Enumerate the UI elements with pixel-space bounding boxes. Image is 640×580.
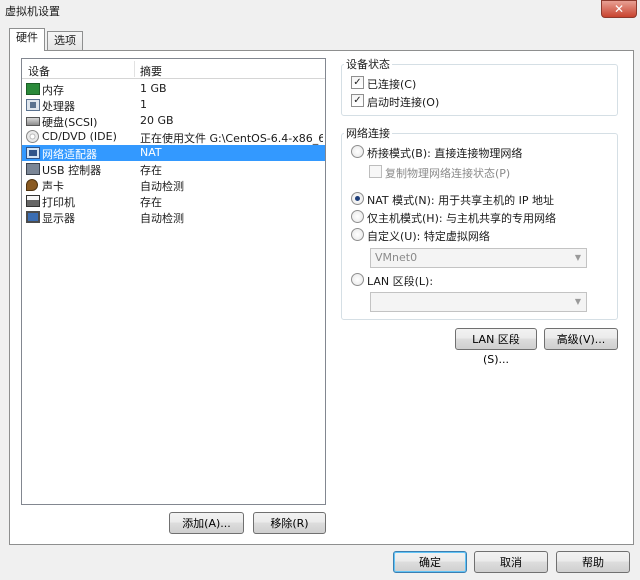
- device-name: 网络适配器: [42, 148, 97, 161]
- device-summary: 存在: [140, 196, 162, 209]
- device-status-title: 设备状态: [344, 56, 392, 72]
- device-list[interactable]: 设备 摘要 内存 1 GB 处理器 1 硬盘(SCSI) 20 GB CD/DV…: [21, 58, 326, 505]
- sound-icon: [26, 179, 38, 191]
- device-summary: 正在使用文件 G:\CentOS-6.4-x86_6...: [140, 132, 323, 145]
- device-name: 打印机: [42, 196, 75, 209]
- host-only-radio[interactable]: [351, 210, 364, 223]
- column-header-device[interactable]: 设备: [28, 63, 50, 79]
- device-summary: 20 GB: [140, 114, 174, 127]
- custom-radio[interactable]: [351, 228, 364, 241]
- custom-network-select[interactable]: VMnet0 ▼: [370, 248, 587, 268]
- connected-label[interactable]: 已连接(C): [367, 76, 416, 92]
- device-name: 硬盘(SCSI): [42, 116, 98, 129]
- bridged-label[interactable]: 桥接模式(B): 直接连接物理网络: [367, 145, 522, 161]
- tab-hardware[interactable]: 硬件: [9, 28, 45, 51]
- usb-icon: [26, 163, 40, 175]
- network-connection-title: 网络连接: [344, 125, 392, 141]
- bridged-radio[interactable]: [351, 145, 364, 158]
- lan-segment-label[interactable]: LAN 区段(L):: [367, 273, 433, 289]
- column-header-summary[interactable]: 摘要: [140, 63, 162, 79]
- chevron-down-icon: ▼: [574, 297, 581, 306]
- device-summary: 1: [140, 98, 147, 111]
- window-title: 虚拟机设置: [5, 5, 60, 18]
- lan-segments-button[interactable]: LAN 区段(S)...: [455, 328, 537, 366]
- list-header: 设备 摘要: [22, 59, 325, 79]
- lan-segment-radio[interactable]: [351, 273, 364, 286]
- device-name: USB 控制器: [42, 164, 102, 177]
- device-name: CD/DVD (IDE): [42, 130, 117, 143]
- connected-checkbox[interactable]: ✓: [351, 76, 364, 89]
- connect-at-power-on-label[interactable]: 启动时连接(O): [367, 94, 439, 110]
- chevron-down-icon: ▼: [574, 253, 581, 262]
- custom-label[interactable]: 自定义(U): 特定虚拟网络: [367, 228, 490, 244]
- nat-label[interactable]: NAT 模式(N): 用于共享主机的 IP 地址: [367, 192, 554, 208]
- host-only-label[interactable]: 仅主机模式(H): 与主机共享的专用网络: [367, 210, 556, 226]
- ok-button[interactable]: 确定: [393, 551, 467, 573]
- remove-button[interactable]: 移除(R): [253, 512, 326, 534]
- help-button[interactable]: 帮助: [556, 551, 630, 573]
- display-icon: [26, 211, 40, 223]
- device-row-network-adapter[interactable]: 网络适配器 NAT: [22, 145, 325, 161]
- lan-segment-select[interactable]: ▼: [370, 292, 587, 312]
- device-row-sound[interactable]: 声卡 自动检测: [22, 177, 325, 193]
- printer-icon: [26, 195, 40, 207]
- check-icon: ✓: [353, 77, 362, 88]
- device-name: 处理器: [42, 100, 75, 113]
- device-summary: 自动检测: [140, 180, 184, 193]
- replicate-state-label[interactable]: 复制物理网络连接状态(P): [385, 165, 510, 181]
- memory-icon: [26, 83, 40, 95]
- device-row-printer[interactable]: 打印机 存在: [22, 193, 325, 209]
- device-summary: 存在: [140, 164, 162, 177]
- cancel-button[interactable]: 取消: [474, 551, 548, 573]
- column-divider[interactable]: [134, 61, 135, 77]
- network-icon: [26, 147, 40, 159]
- device-summary: 自动检测: [140, 212, 184, 225]
- device-row-display[interactable]: 显示器 自动检测: [22, 209, 325, 225]
- add-button[interactable]: 添加(A)...: [169, 512, 244, 534]
- cd-icon: [26, 130, 39, 143]
- check-icon: ✓: [353, 95, 362, 106]
- device-summary: NAT: [140, 146, 162, 159]
- close-button[interactable]: ✕: [601, 0, 637, 18]
- tab-options[interactable]: 选项: [47, 31, 83, 51]
- close-icon: ✕: [613, 2, 625, 16]
- device-row-memory[interactable]: 内存 1 GB: [22, 81, 325, 97]
- cpu-icon: [26, 99, 40, 111]
- connect-at-power-on-checkbox[interactable]: ✓: [351, 94, 364, 107]
- device-summary: 1 GB: [140, 82, 167, 95]
- device-name: 显示器: [42, 212, 75, 225]
- device-row-cd-dvd[interactable]: CD/DVD (IDE) 正在使用文件 G:\CentOS-6.4-x86_6.…: [22, 129, 325, 145]
- device-row-usb[interactable]: USB 控制器 存在: [22, 161, 325, 177]
- device-row-hard-disk[interactable]: 硬盘(SCSI) 20 GB: [22, 113, 325, 129]
- hard-disk-icon: [26, 117, 40, 126]
- nat-radio[interactable]: [351, 192, 364, 205]
- device-name: 声卡: [42, 180, 64, 193]
- advanced-button[interactable]: 高级(V)...: [544, 328, 618, 350]
- title-bar: 虚拟机设置 ✕: [0, 0, 640, 20]
- replicate-state-checkbox[interactable]: [369, 165, 382, 178]
- device-name: 内存: [42, 84, 64, 97]
- device-row-processor[interactable]: 处理器 1: [22, 97, 325, 113]
- custom-network-value: VMnet0: [375, 251, 418, 264]
